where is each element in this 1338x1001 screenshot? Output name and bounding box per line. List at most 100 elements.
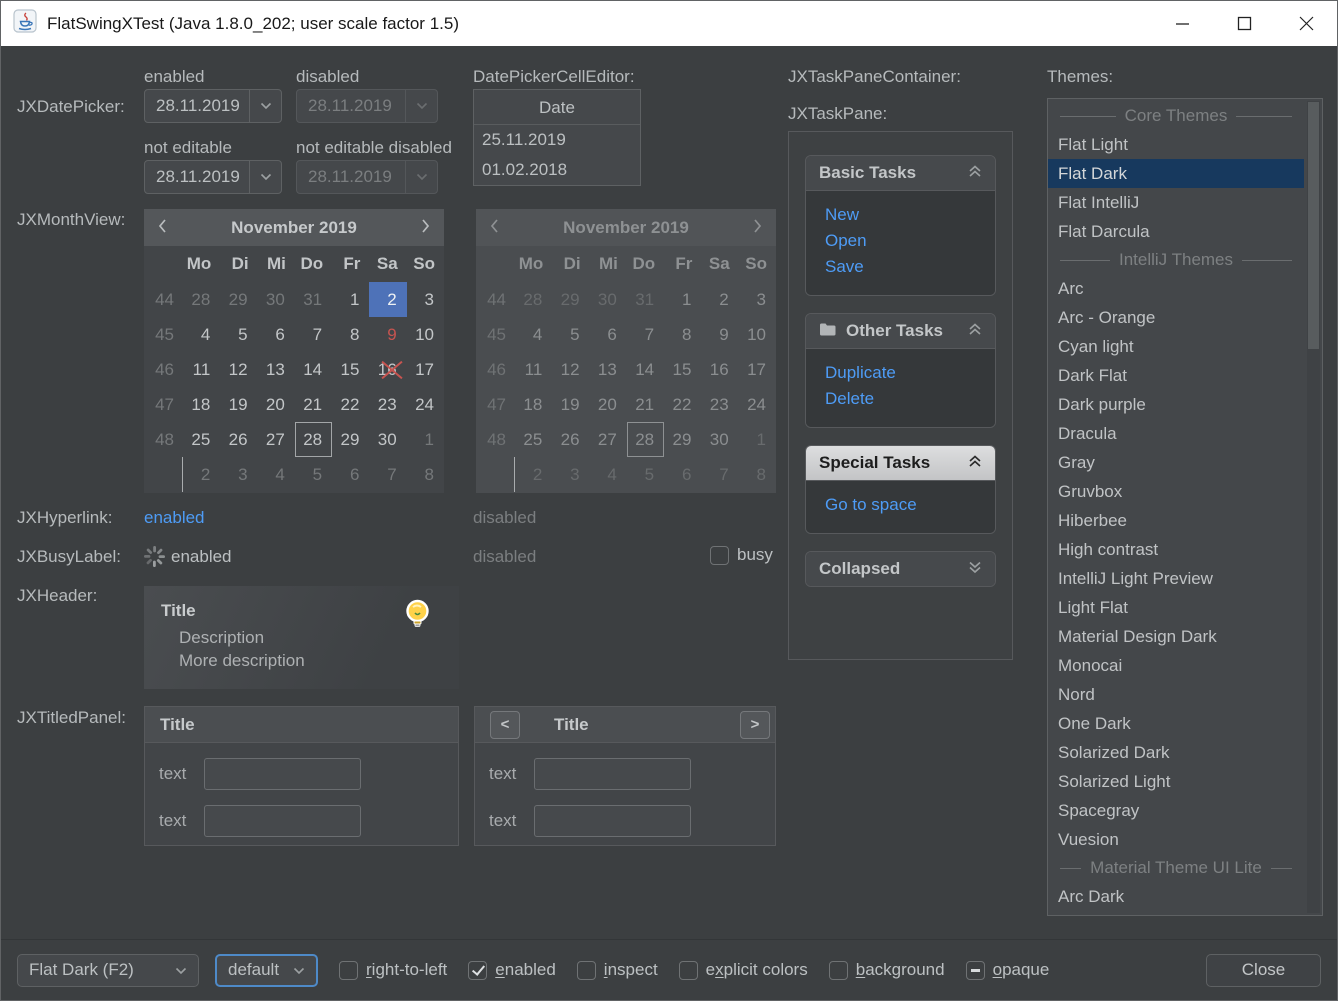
day-cell[interactable]: 4: [258, 457, 295, 492]
task-link-new[interactable]: New: [806, 202, 995, 228]
day-cell[interactable]: 1: [407, 422, 444, 457]
day-cell[interactable]: 30: [258, 282, 295, 317]
theme-item-material-design-dark[interactable]: Material Design Dark: [1048, 622, 1304, 651]
taskpane-title-bar[interactable]: Collapsed: [806, 552, 995, 586]
day-cell[interactable]: 4: [183, 317, 220, 352]
close-icon[interactable]: [1275, 1, 1337, 46]
prev-month-icon[interactable]: [158, 218, 167, 238]
task-link-save[interactable]: Save: [806, 254, 995, 280]
day-cell[interactable]: 19: [220, 387, 257, 422]
day-cell[interactable]: 27: [258, 422, 295, 457]
day-cell[interactable]: 21: [295, 387, 332, 422]
theme-item-nord[interactable]: Nord: [1048, 680, 1304, 709]
day-cell[interactable]: 2: [183, 457, 220, 492]
day-cell[interactable]: 23: [369, 387, 406, 422]
next-month-icon[interactable]: [421, 218, 430, 238]
theme-item-gruvbox[interactable]: Gruvbox: [1048, 477, 1304, 506]
day-cell[interactable]: 17: [407, 352, 444, 387]
day-cell[interactable]: 18: [183, 387, 220, 422]
day-cell[interactable]: 30: [369, 422, 406, 457]
day-cell[interactable]: 5: [220, 317, 257, 352]
day-cell[interactable]: 8: [332, 317, 369, 352]
day-cell[interactable]: 3: [220, 457, 257, 492]
checkbox-box[interactable]: [468, 961, 487, 980]
task-link-duplicate[interactable]: Duplicate: [806, 360, 995, 386]
day-cell[interactable]: 16: [369, 352, 406, 387]
busy-checkbox[interactable]: [710, 546, 729, 565]
collapse-icon[interactable]: [968, 453, 982, 473]
maximize-icon[interactable]: [1213, 1, 1275, 46]
text-input[interactable]: [204, 758, 361, 790]
day-cell[interactable]: 10: [407, 317, 444, 352]
theme-item-solarized-dark[interactable]: Solarized Dark: [1048, 738, 1304, 767]
day-cell[interactable]: 22: [332, 387, 369, 422]
close-button[interactable]: Close: [1206, 954, 1321, 987]
taskpane-title-bar[interactable]: Special Tasks: [806, 446, 995, 480]
theme-item-arc[interactable]: Arc: [1048, 274, 1304, 303]
day-cell[interactable]: 6: [332, 457, 369, 492]
taskpane-title-bar[interactable]: Other Tasks: [806, 314, 995, 348]
day-cell[interactable]: 20: [258, 387, 295, 422]
theme-item-arc---orange[interactable]: Arc - Orange: [1048, 303, 1304, 332]
theme-item-spacegray[interactable]: Spacegray: [1048, 796, 1304, 825]
table-row[interactable]: 01.02.2018: [474, 155, 640, 185]
day-cell[interactable]: 28: [183, 282, 220, 317]
theme-item-dracula[interactable]: Dracula: [1048, 419, 1304, 448]
titled-next-button[interactable]: >: [740, 711, 770, 739]
day-cell[interactable]: 7: [369, 457, 406, 492]
datepicker-field-0[interactable]: 28.11.2019: [144, 89, 282, 123]
table-row[interactable]: 25.11.2019: [474, 125, 640, 155]
minimize-icon[interactable]: [1151, 1, 1213, 46]
theme-item-flat-light[interactable]: Flat Light: [1048, 130, 1304, 159]
theme-item-arc-dark[interactable]: Arc Dark: [1048, 882, 1304, 911]
day-cell[interactable]: 7: [295, 317, 332, 352]
day-cell[interactable]: 29: [332, 422, 369, 457]
calendar-dropdown-icon[interactable]: [249, 90, 281, 122]
day-cell[interactable]: 12: [220, 352, 257, 387]
checkbox-box[interactable]: [829, 961, 848, 980]
themes-scrollbar-thumb[interactable]: [1308, 102, 1319, 349]
text-input[interactable]: [534, 758, 691, 790]
theme-item-cyan-light[interactable]: Cyan light: [1048, 332, 1304, 361]
day-cell[interactable]: 31: [295, 282, 332, 317]
theme-item-flat-darcula[interactable]: Flat Darcula: [1048, 217, 1304, 246]
theme-item-vuesion[interactable]: Vuesion: [1048, 825, 1304, 854]
theme-item-intellij-light-preview[interactable]: IntelliJ Light Preview: [1048, 564, 1304, 593]
collapse-icon[interactable]: [968, 163, 982, 183]
theme-item-one-dark[interactable]: One Dark: [1048, 709, 1304, 738]
day-cell[interactable]: 25: [183, 422, 220, 457]
collapse-icon[interactable]: [968, 321, 982, 341]
theme-item-monocai[interactable]: Monocai: [1048, 651, 1304, 680]
theme-item-gray[interactable]: Gray: [1048, 448, 1304, 477]
day-cell[interactable]: 6: [258, 317, 295, 352]
day-cell[interactable]: 29: [220, 282, 257, 317]
task-link-go-to-space[interactable]: Go to space: [806, 492, 995, 518]
day-cell[interactable]: 26: [220, 422, 257, 457]
checkbox-box[interactable]: [966, 961, 985, 980]
task-link-open[interactable]: Open: [806, 228, 995, 254]
option-combobox[interactable]: default: [215, 954, 318, 987]
day-cell[interactable]: 1: [332, 282, 369, 317]
theme-item-dark-flat[interactable]: Dark Flat: [1048, 361, 1304, 390]
calendar-dropdown-icon[interactable]: [249, 161, 281, 193]
theme-item-hiberbee[interactable]: Hiberbee: [1048, 506, 1304, 535]
date-table-header[interactable]: Date: [474, 90, 640, 125]
checkbox-box[interactable]: [339, 961, 358, 980]
day-cell[interactable]: 28: [295, 422, 332, 457]
day-cell[interactable]: 11: [183, 352, 220, 387]
text-input[interactable]: [204, 805, 361, 837]
checkbox-box[interactable]: [679, 961, 698, 980]
taskpane-title-bar[interactable]: Basic Tasks: [806, 156, 995, 190]
task-link-delete[interactable]: Delete: [806, 386, 995, 412]
theme-item-high-contrast[interactable]: High contrast: [1048, 535, 1304, 564]
theme-combobox[interactable]: Flat Dark (F2): [17, 954, 199, 987]
day-cell[interactable]: 15: [332, 352, 369, 387]
day-cell[interactable]: 2: [369, 282, 406, 317]
day-cell[interactable]: 14: [295, 352, 332, 387]
expand-icon[interactable]: [968, 559, 982, 579]
theme-item-dark-purple[interactable]: Dark purple: [1048, 390, 1304, 419]
theme-item-solarized-light[interactable]: Solarized Light: [1048, 767, 1304, 796]
theme-item-arc-dark-contrast[interactable]: Arc Dark Contrast: [1048, 911, 1304, 916]
text-input[interactable]: [534, 805, 691, 837]
themes-scrollbar[interactable]: [1307, 101, 1320, 913]
